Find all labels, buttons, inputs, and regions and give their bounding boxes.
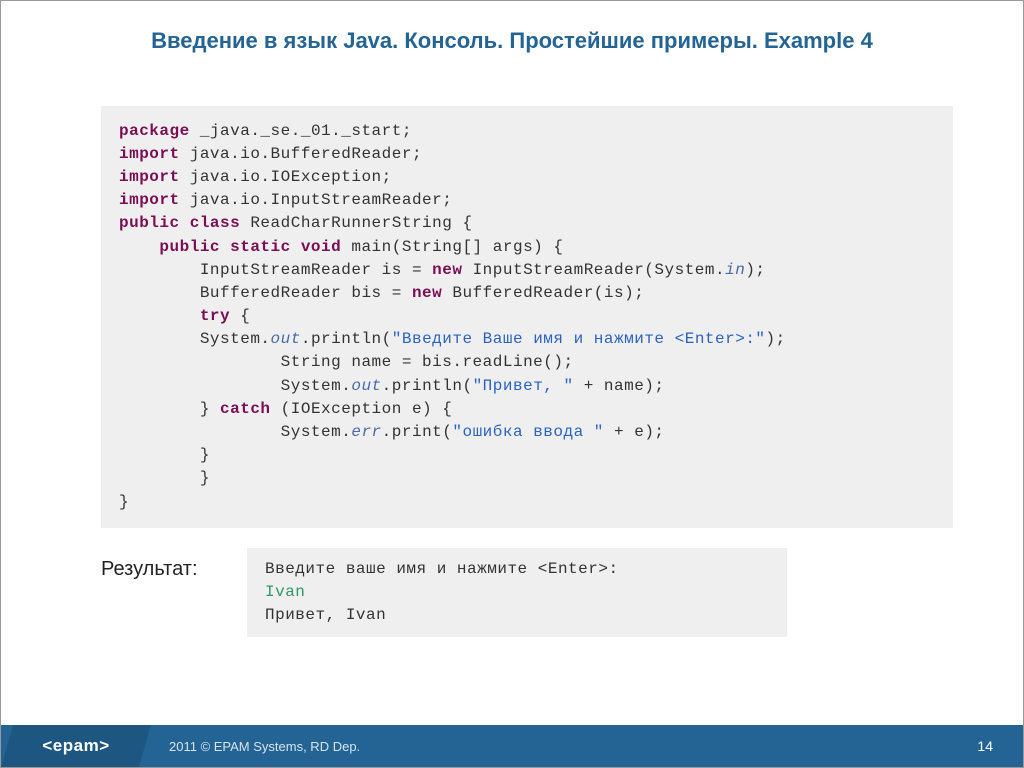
code-line: public class ReadCharRunnerString { bbox=[119, 212, 935, 235]
code-line: InputStreamReader is = new InputStreamRe… bbox=[119, 259, 935, 282]
footer-bar: <epam> 2011 © EPAM Systems, RD Dep. 14 bbox=[1, 725, 1023, 767]
output-block: Введите ваше имя и нажмите <Enter>:IvanП… bbox=[247, 548, 787, 638]
output-line: Введите ваше имя и нажмите <Enter>: bbox=[265, 558, 769, 581]
code-line: import java.io.IOException; bbox=[119, 166, 935, 189]
code-line: try { bbox=[119, 305, 935, 328]
slide-content: package _java._se._01._start;import java… bbox=[1, 66, 1023, 725]
code-line: System.out.println("Привет, " + name); bbox=[119, 375, 935, 398]
epam-logo: <epam> bbox=[1, 725, 151, 767]
code-line: System.err.print("ошибка ввода " + e); bbox=[119, 421, 935, 444]
code-line: import java.io.InputStreamReader; bbox=[119, 189, 935, 212]
copyright-text: 2011 © EPAM Systems, RD Dep. bbox=[169, 739, 360, 754]
output-line: Ivan bbox=[265, 581, 769, 604]
slide: Введение в язык Java. Консоль. Простейши… bbox=[0, 0, 1024, 768]
code-line: } bbox=[119, 467, 935, 490]
code-line: System.out.println("Введите Ваше имя и н… bbox=[119, 328, 935, 351]
code-line: import java.io.BufferedReader; bbox=[119, 143, 935, 166]
code-block: package _java._se._01._start;import java… bbox=[101, 106, 953, 528]
result-row: Результат: Введите ваше имя и нажмите <E… bbox=[101, 548, 953, 638]
code-line: } bbox=[119, 491, 935, 514]
slide-title: Введение в язык Java. Консоль. Простейши… bbox=[1, 1, 1023, 66]
code-line: package _java._se._01._start; bbox=[119, 120, 935, 143]
output-line: Привет, Ivan bbox=[265, 604, 769, 627]
result-label: Результат: bbox=[101, 548, 231, 581]
code-line: } catch (IOException e) { bbox=[119, 398, 935, 421]
code-line: public static void main(String[] args) { bbox=[119, 236, 935, 259]
code-line: BufferedReader bis = new BufferedReader(… bbox=[119, 282, 935, 305]
code-line: } bbox=[119, 444, 935, 467]
code-line: String name = bis.readLine(); bbox=[119, 351, 935, 374]
page-number: 14 bbox=[977, 738, 1005, 754]
